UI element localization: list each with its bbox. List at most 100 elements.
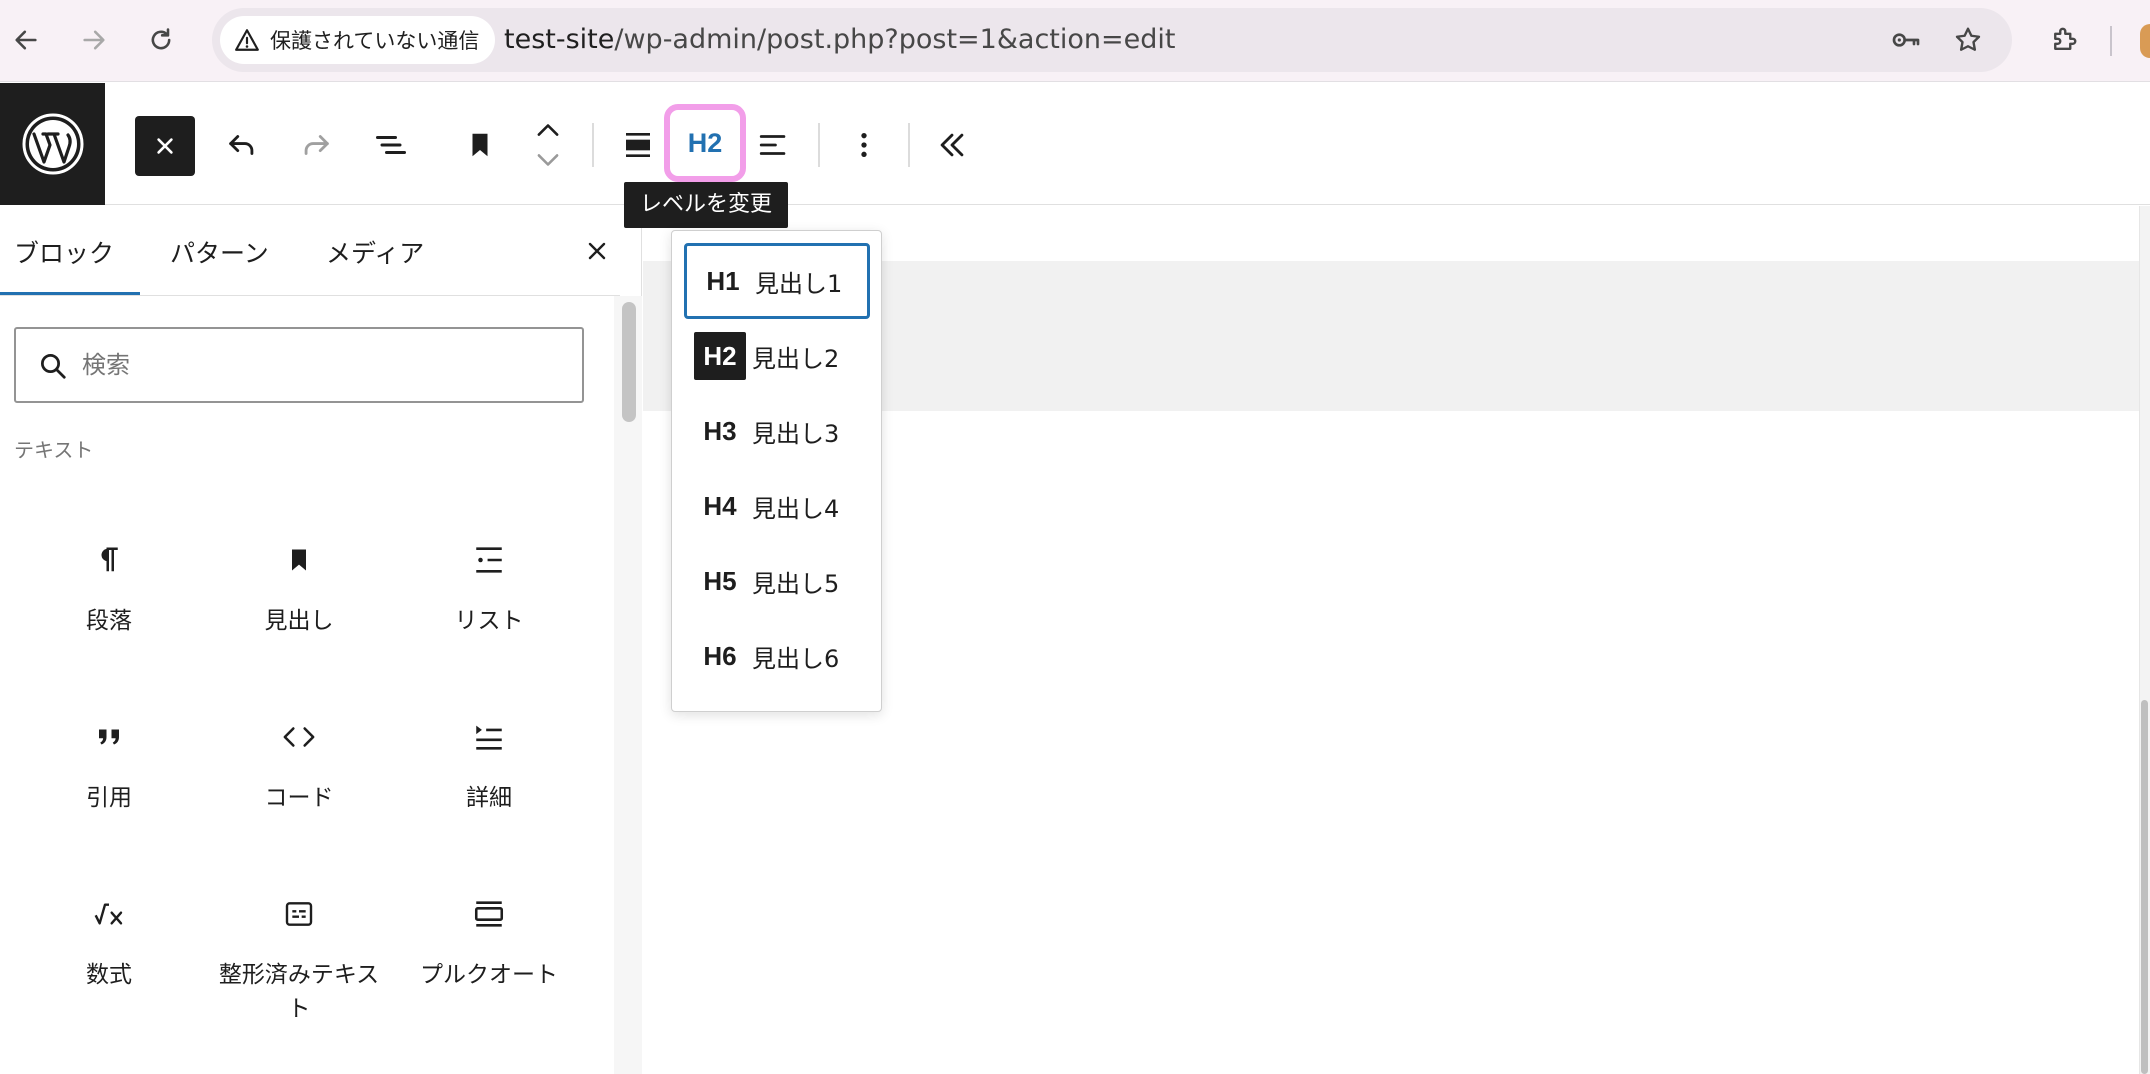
align-button[interactable] bbox=[612, 119, 664, 171]
close-icon bbox=[157, 138, 173, 154]
heading-level-tooltip: レベルを変更 bbox=[624, 182, 789, 228]
block-label: リスト bbox=[454, 608, 524, 634]
reload-button[interactable] bbox=[137, 16, 185, 64]
math-icon bbox=[89, 894, 129, 934]
block-label: 見出し bbox=[264, 608, 334, 634]
align-left-icon bbox=[759, 135, 786, 155]
profile-avatar[interactable] bbox=[2140, 24, 2150, 58]
block-quote[interactable]: 引用 bbox=[24, 717, 194, 815]
key-icon bbox=[1892, 33, 1920, 47]
move-block-button[interactable] bbox=[522, 119, 574, 171]
block-label: 引用 bbox=[86, 785, 132, 811]
block-preformatted[interactable]: 整形済みテキスト bbox=[214, 894, 384, 1026]
heading-level-option-h4[interactable]: H4 見出し4 bbox=[684, 468, 870, 544]
code-icon bbox=[279, 717, 319, 757]
block-search-box[interactable] bbox=[14, 327, 584, 403]
password-key-button[interactable] bbox=[1882, 16, 1930, 64]
chevron-double-left-icon bbox=[940, 133, 964, 157]
arrow-right-icon bbox=[83, 30, 105, 50]
wordpress-logo-button[interactable] bbox=[0, 83, 105, 205]
redo-button[interactable] bbox=[290, 119, 342, 171]
heading-level-badge: H4 bbox=[703, 490, 737, 521]
text-align-button[interactable] bbox=[748, 119, 800, 171]
panel-scrollbar-thumb[interactable] bbox=[622, 302, 636, 422]
block-heading[interactable]: 見出し bbox=[214, 540, 384, 638]
tab-patterns[interactable]: パターン bbox=[170, 234, 269, 270]
block-details[interactable]: 詳細 bbox=[404, 717, 574, 815]
preformatted-icon bbox=[279, 894, 319, 934]
block-label: 詳細 bbox=[466, 785, 512, 811]
block-code[interactable]: コード bbox=[214, 717, 384, 815]
heading-level-option-h5[interactable]: H5 見出し5 bbox=[684, 543, 870, 619]
editor-toolbar: H2 bbox=[0, 83, 2150, 205]
heading-level-option-label: 見出し4 bbox=[752, 494, 840, 523]
heading-level-badge: H3 bbox=[703, 415, 737, 446]
tab-blocks[interactable]: ブロック bbox=[14, 234, 114, 270]
search-input[interactable] bbox=[82, 345, 562, 385]
block-paragraph[interactable]: 段落 bbox=[24, 540, 194, 638]
quote-icon bbox=[89, 717, 129, 757]
bookmark-icon bbox=[472, 133, 488, 157]
forward-button[interactable] bbox=[70, 16, 118, 64]
chevron-up-down-icon bbox=[537, 124, 559, 166]
list-icon bbox=[469, 540, 509, 580]
heading-level-option-label: 見出し6 bbox=[752, 644, 840, 673]
close-panel-button[interactable] bbox=[580, 234, 614, 268]
collapse-toolbar-button[interactable] bbox=[926, 119, 978, 171]
heading-level-menu: H1 見出し1 H2 見出し2 H3 見出し3 H4 見出し4 H5 見出し5 … bbox=[671, 230, 882, 712]
extensions-button[interactable] bbox=[2040, 16, 2088, 64]
star-icon bbox=[1955, 27, 1981, 51]
warning-icon bbox=[235, 29, 259, 51]
block-math[interactable]: 数式 bbox=[24, 894, 194, 992]
block-list[interactable]: リスト bbox=[404, 540, 574, 638]
toolbar-separator bbox=[592, 123, 594, 167]
url-path: /wp-admin/post.php?post=1&action=edit bbox=[614, 24, 1176, 55]
more-options-button[interactable] bbox=[838, 119, 890, 171]
heading-bookmark-icon bbox=[279, 540, 319, 580]
wordpress-icon bbox=[22, 113, 83, 175]
tabs-divider bbox=[0, 295, 620, 296]
back-button[interactable] bbox=[2, 16, 50, 64]
heading-level-badge: H2 bbox=[694, 332, 746, 380]
reload-icon bbox=[151, 28, 171, 50]
arrow-left-icon bbox=[15, 30, 37, 50]
undo-icon bbox=[229, 135, 254, 155]
puzzle-icon bbox=[2054, 27, 2077, 50]
heading-level-option-label: 見出し3 bbox=[752, 419, 840, 448]
pullquote-icon bbox=[469, 894, 509, 934]
align-wide-icon bbox=[626, 133, 650, 157]
toolbar-separator bbox=[818, 123, 820, 167]
block-label: コード bbox=[264, 785, 334, 811]
block-pullquote[interactable]: プルクオート bbox=[404, 894, 574, 992]
close-inserter-button[interactable] bbox=[135, 116, 195, 176]
toolbar-separator bbox=[908, 123, 910, 167]
block-inserter-panel: ブロック パターン メディア テキスト 段落 見出し リスト bbox=[0, 206, 642, 1074]
tab-media[interactable]: メディア bbox=[326, 234, 424, 270]
heading-level-option-h6[interactable]: H6 見出し6 bbox=[684, 618, 870, 694]
canvas-scrollbar-thumb[interactable] bbox=[2141, 700, 2148, 1074]
heading-level-label: H2 bbox=[687, 127, 723, 158]
list-view-icon bbox=[376, 136, 406, 154]
block-type-heading-button[interactable] bbox=[454, 119, 506, 171]
block-label: 数式 bbox=[86, 962, 132, 988]
address-bar[interactable]: 保護されていない通信 test-site/wp-admin/post.php?p… bbox=[212, 8, 2012, 72]
chrome-divider bbox=[2110, 26, 2112, 56]
close-icon bbox=[588, 242, 606, 260]
heading-level-option-label: 見出し1 bbox=[755, 269, 843, 298]
heading-level-button[interactable]: H2 bbox=[664, 104, 746, 182]
bookmark-star-button[interactable] bbox=[1944, 16, 1992, 64]
heading-level-option-label: 見出し2 bbox=[752, 344, 840, 373]
heading-level-option-h2[interactable]: H2 見出し2 bbox=[684, 318, 870, 394]
search-icon bbox=[38, 351, 68, 385]
heading-level-badge: H1 bbox=[706, 265, 740, 296]
more-vertical-icon bbox=[861, 133, 867, 157]
undo-button[interactable] bbox=[216, 119, 268, 171]
heading-level-option-h1[interactable]: H1 見出し1 bbox=[684, 243, 870, 319]
heading-level-option-h3[interactable]: H3 見出し3 bbox=[684, 393, 870, 469]
paragraph-icon bbox=[89, 540, 129, 580]
security-chip[interactable]: 保護されていない通信 bbox=[220, 16, 496, 64]
inserter-tabs: ブロック パターン メディア bbox=[0, 206, 620, 296]
document-overview-button[interactable] bbox=[365, 119, 417, 171]
heading-level-badge: H6 bbox=[703, 640, 737, 671]
url-text[interactable]: test-site/wp-admin/post.php?post=1&actio… bbox=[504, 8, 1175, 72]
